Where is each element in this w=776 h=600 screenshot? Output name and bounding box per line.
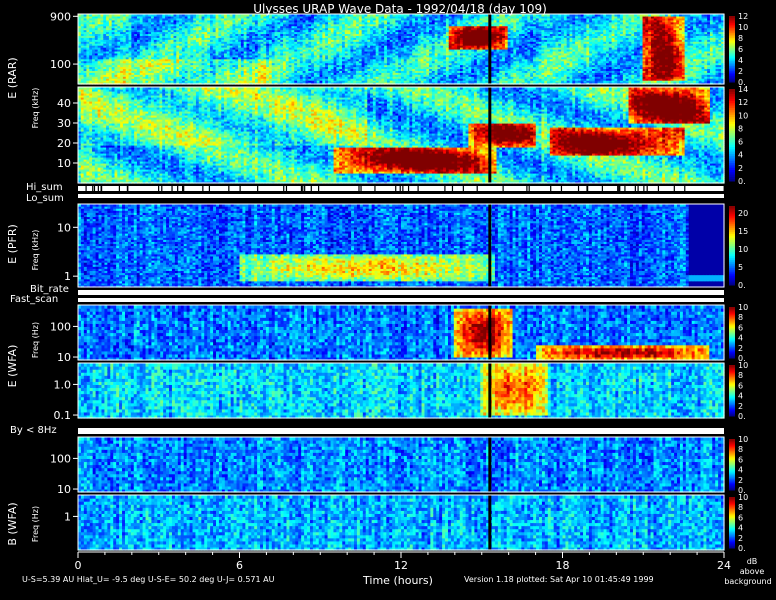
spectrogram-panels [78,14,725,551]
urap-figure: 10090010203040110101000.11.0101001 0.246… [6,2,772,587]
panel-rar_hi [78,14,725,85]
